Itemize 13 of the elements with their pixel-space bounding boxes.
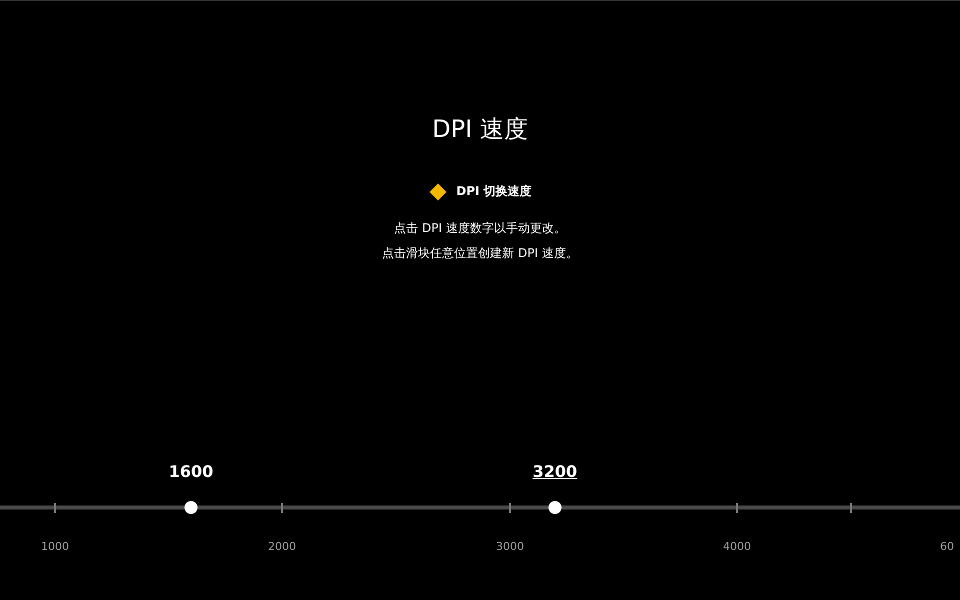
tick-label: 4000 <box>722 540 751 553</box>
tick-label: 2000 <box>268 540 296 553</box>
slider-thumb[interactable] <box>548 501 562 514</box>
dpi-value[interactable]: 3200 <box>532 462 578 482</box>
tick-label: 3000 <box>496 540 524 553</box>
page-title: DPI 速度 <box>432 114 528 145</box>
hint-text: 点击 DPI 速度数字以手动更改。 <box>394 220 566 237</box>
tick-label: 60 <box>940 540 954 553</box>
legend-label: DPI 切换速度 <box>456 183 532 200</box>
hint-text: 点击滑块任意位置创建新 DPI 速度。 <box>382 245 578 262</box>
tick-label: 1000 <box>41 540 69 553</box>
dpi-value[interactable]: 1600 <box>168 462 214 482</box>
slider-thumb[interactable] <box>184 501 198 514</box>
